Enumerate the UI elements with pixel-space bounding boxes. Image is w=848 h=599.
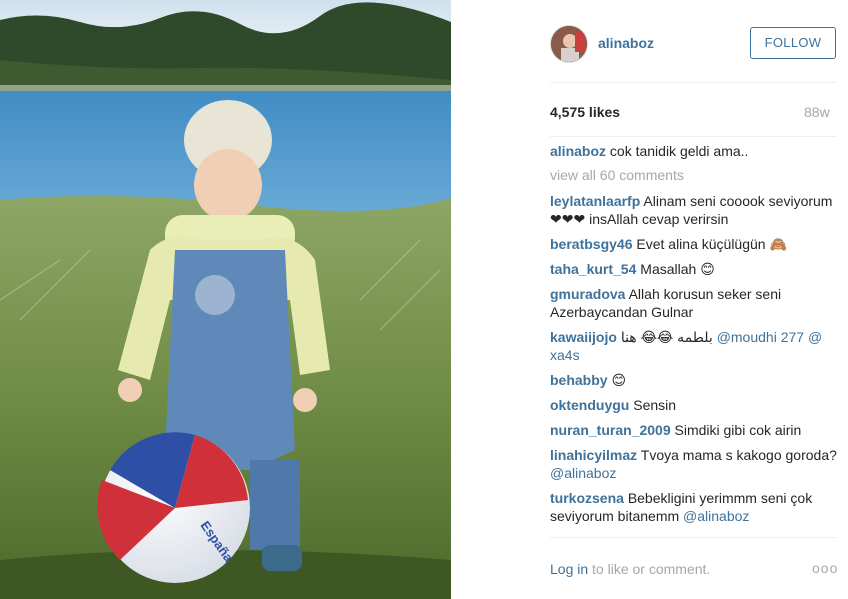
photo-illustration: España <box>0 0 451 599</box>
comment-item: beratbsgy46 Evet alina küçülügün 🙈 <box>550 235 840 253</box>
more-options-icon[interactable]: ooo <box>812 560 838 576</box>
comment-username[interactable]: gmuradova <box>550 286 625 302</box>
comment-text: Tvoya mama s kakogo goroda? <box>640 447 837 463</box>
post-username[interactable]: alinaboz <box>598 35 654 51</box>
comment-text: Masallah 😊 <box>640 261 715 277</box>
divider <box>550 82 836 83</box>
comment-text: 😊 <box>611 372 627 388</box>
comment-mention[interactable]: @moudhi <box>717 329 777 345</box>
comment-username[interactable]: turkozsena <box>550 490 624 506</box>
comment-mention[interactable]: @ <box>808 329 822 345</box>
comment-item: gmuradova Allah korusun seker seni Azerb… <box>550 285 840 321</box>
comment-item: linahicyilmaz Tvoya mama s kakogo goroda… <box>550 446 840 482</box>
comment-username[interactable]: kawaiijojo <box>550 329 617 345</box>
login-link[interactable]: Log in <box>550 561 588 577</box>
post-header: alinaboz FOLLOW <box>550 25 836 63</box>
comment-item: turkozsena Bebekligini yerimmm seni çok … <box>550 489 840 525</box>
comment-username[interactable]: oktenduygu <box>550 397 629 413</box>
comment-username[interactable]: taha_kurt_54 <box>550 261 636 277</box>
post-age[interactable]: 88w <box>804 104 830 120</box>
divider <box>550 136 836 137</box>
view-all-comments-link[interactable]: view all 60 comments <box>550 166 840 184</box>
comment-username[interactable]: beratbsgy46 <box>550 236 632 252</box>
comment-item: behabby 😊 <box>550 371 840 389</box>
avatar[interactable] <box>550 25 588 63</box>
comment-username[interactable]: linahicyilmaz <box>550 447 637 463</box>
comment-text: Sensin <box>633 397 677 413</box>
login-prompt: Log in to like or comment. <box>550 561 710 577</box>
comment-item: nuran_turan_2009 Simdiki gibi cok airin <box>550 421 840 439</box>
caption: alinaboz cok tanidik geldi ama.. <box>550 142 840 160</box>
comment-item: taha_kurt_54 Masallah 😊 <box>550 260 840 278</box>
comment-text: Simdiki gibi cok airin <box>674 422 802 438</box>
comment-text: Evet alina küçülügün 🙈 <box>636 236 787 252</box>
comment-text-tail: 277 <box>780 329 805 345</box>
comments-list: alinaboz cok tanidik geldi ama.. view al… <box>550 142 840 525</box>
likes-count[interactable]: 4,575 likes <box>550 104 620 120</box>
comment-item: leylatanlaarfp Alinam seni cooook seviyo… <box>550 192 840 228</box>
comment-mention[interactable]: @alinaboz <box>683 508 749 524</box>
comment-username[interactable]: nuran_turan_2009 <box>550 422 671 438</box>
comment-item: oktenduygu Sensin <box>550 396 840 414</box>
divider <box>550 537 836 538</box>
caption-text: cok tanidik geldi ama.. <box>609 143 749 159</box>
comment-username[interactable]: leylatanlaarfp <box>550 193 640 209</box>
comment-text-tail: xa4s <box>550 347 580 363</box>
caption-username[interactable]: alinaboz <box>550 143 606 159</box>
post-photo[interactable]: España <box>0 0 451 599</box>
follow-button[interactable]: FOLLOW <box>750 27 836 59</box>
avatar-image <box>551 26 587 62</box>
post-sidebar: alinaboz FOLLOW 4,575 likes 88w alinaboz… <box>534 0 848 599</box>
comment-item: kawaiijojo بلطمه 😂😂 هنا @moudhi 277 @ xa… <box>550 328 840 364</box>
comment-username[interactable]: behabby <box>550 372 608 388</box>
login-prompt-text: to like or comment. <box>592 561 711 577</box>
comment-text: بلطمه 😂😂 هنا <box>620 329 713 345</box>
comment-mention[interactable]: @alinaboz <box>550 465 616 481</box>
